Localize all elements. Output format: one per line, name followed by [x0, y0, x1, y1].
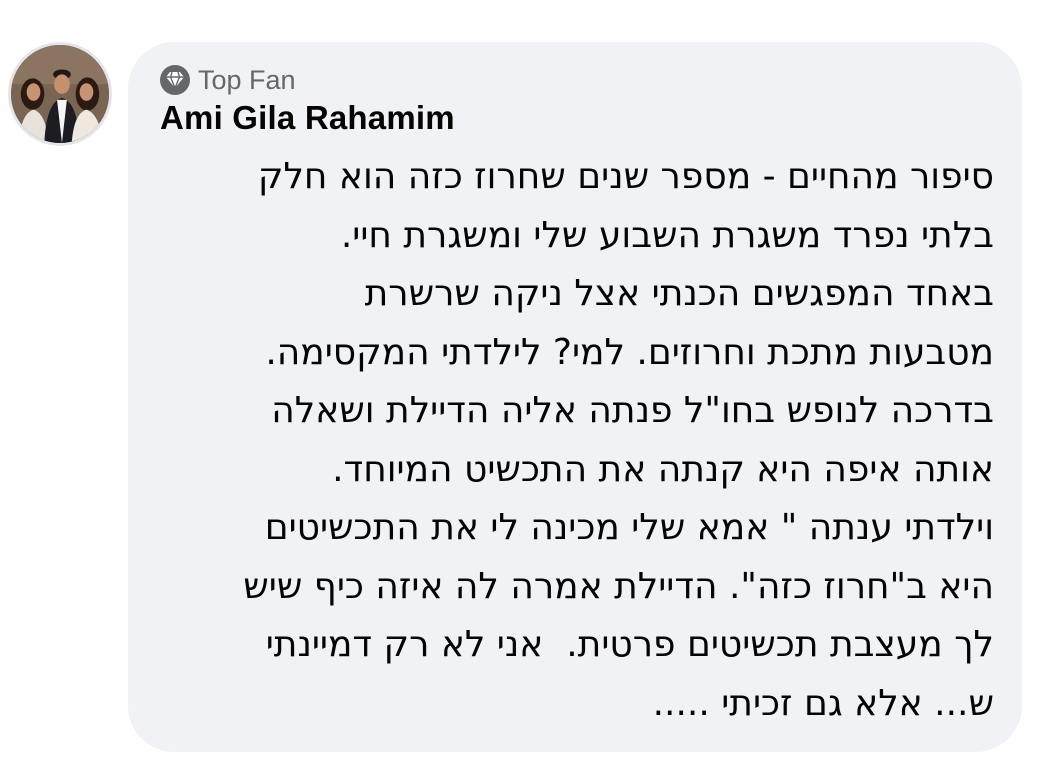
comment-line: בלתי נפרד משגרת השבוע שלי ומשגרת חיי.	[340, 214, 994, 256]
author-avatar[interactable]	[8, 42, 112, 146]
comment-line: סיפור מהחיים - מספר שנים שחרוז כזה הוא ח…	[257, 156, 994, 197]
comment-line: אותה איפה היא קנתה את התכשיט המיוחד.	[332, 448, 994, 490]
comment-line: בדרכה לנופש בחו"ל פנתה אליה הדיילת ושאלה	[271, 390, 994, 431]
comment-line: היא ב"חרוז כזה". הדיילת אמרה לה איזה כיף…	[243, 565, 994, 607]
author-name[interactable]: Ami Gila Rahamim	[160, 99, 455, 137]
comment-screenshot: Top Fan Ami Gila Rahamim סיפור מהחיים - …	[0, 0, 1040, 764]
comment-line: לך מעצבת תכשיטים פרטית. אני לא רק דמיינת…	[265, 624, 994, 665]
badge-label: Top Fan	[198, 64, 296, 95]
comment-line: ש... אלא גם זכיתי .....	[652, 682, 994, 724]
top-fan-badge[interactable]: Top Fan	[160, 62, 296, 98]
comment-line: וילדתי ענתה " אמא שלי מכינה לי את התכשיט…	[264, 507, 994, 548]
comment-line: באחד המפגשים הכנתי אצל ניקה שרשרת	[364, 273, 994, 314]
comment-line: מטבעות מתכת וחרוזים. למי? לילדתי המקסימה…	[265, 331, 994, 373]
avatar-photo	[11, 45, 109, 143]
comment-text: סיפור מהחיים - מספר שנים שחרוז כזה הוא ח…	[150, 148, 994, 733]
diamond-icon	[160, 65, 190, 95]
